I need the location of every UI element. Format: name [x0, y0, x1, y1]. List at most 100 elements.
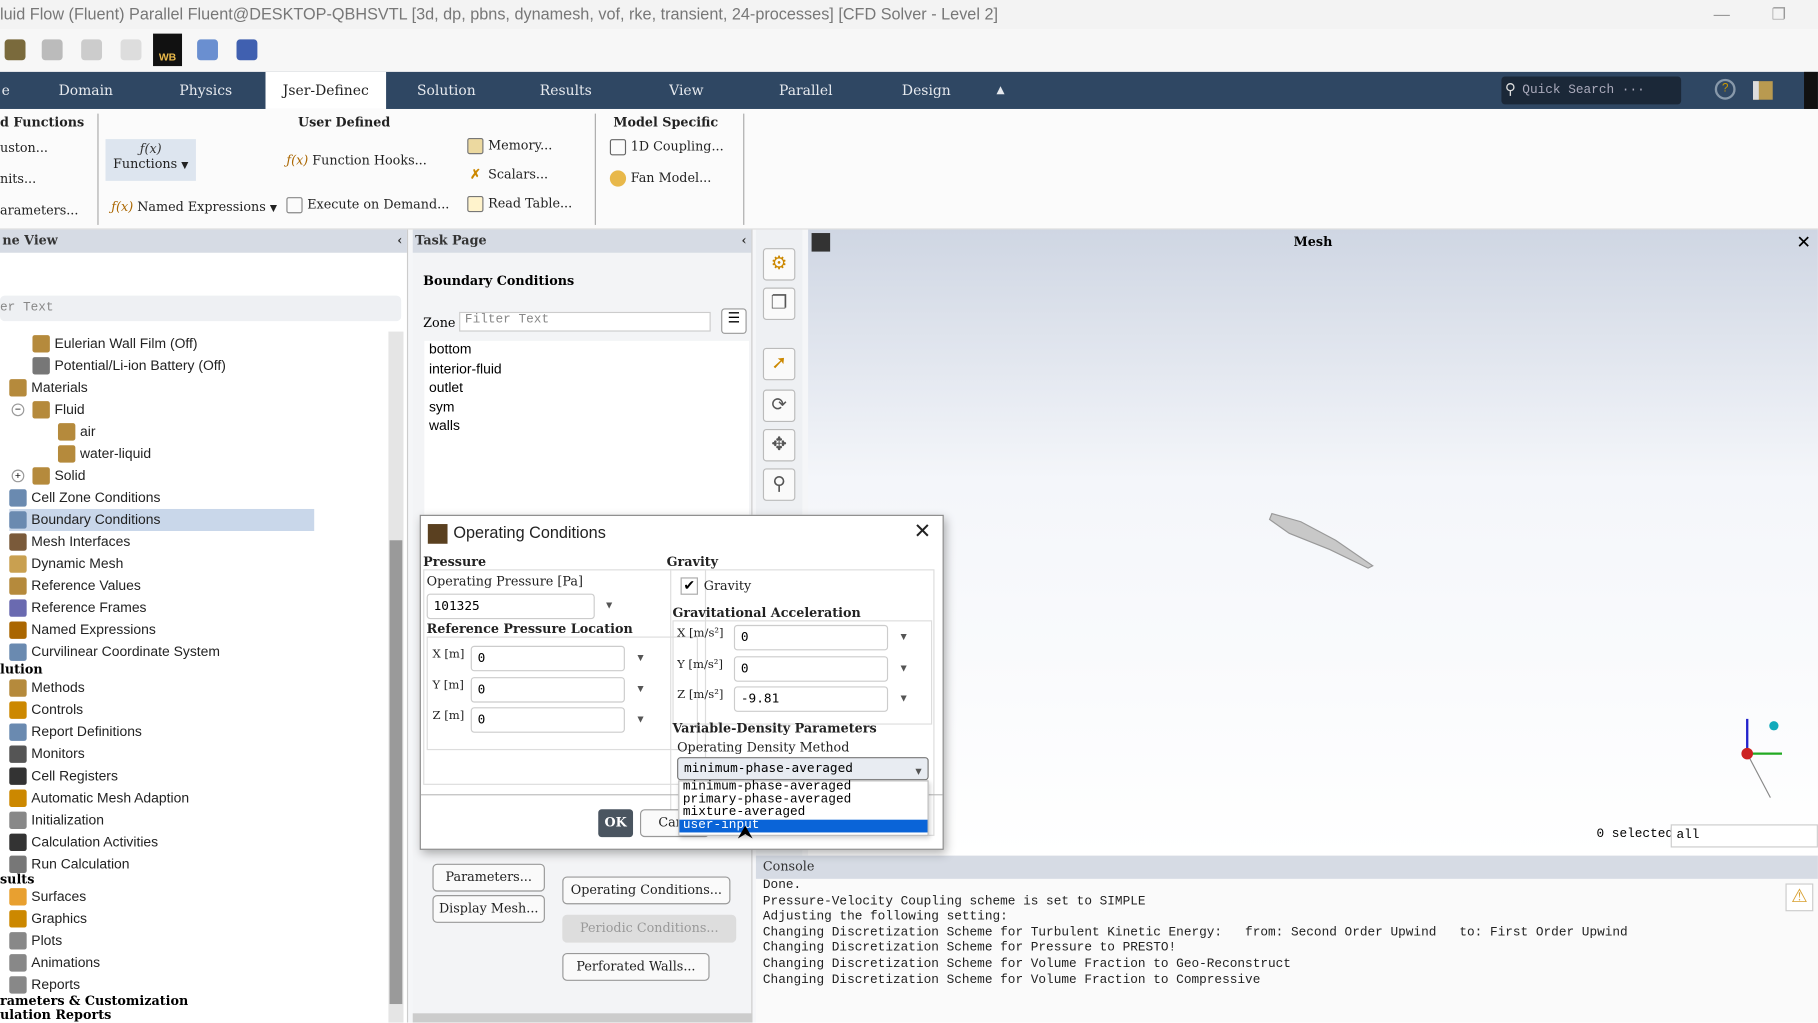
tree-item[interactable]: Monitors [9, 743, 85, 765]
tree-item[interactable]: Initialization [9, 809, 104, 831]
tree-item[interactable]: Plots [9, 930, 62, 952]
workbench-icon[interactable]: WB [153, 33, 183, 67]
collapse-ribbon-icon[interactable]: ▲ [991, 72, 1010, 109]
close-icon[interactable]: ✕ [914, 519, 931, 543]
render-icon[interactable]: ⚙ [762, 248, 796, 281]
zone-list-item[interactable]: sym [429, 398, 455, 414]
gravity-y-input[interactable]: 0 [733, 655, 889, 682]
zone-filter-input[interactable]: Filter Text [459, 311, 711, 332]
functions-button[interactable]: ƒ(x) Functions ▼ [105, 139, 196, 181]
restore-icon[interactable]: ❐ [1772, 0, 1787, 28]
tree-item[interactable]: Fluid [32, 399, 85, 421]
named-expressions-button[interactable]: ƒ(x) Named Expressions ▼ [111, 199, 277, 214]
tree-filter-input[interactable]: er Text [0, 295, 402, 322]
tree-item[interactable]: Controls [9, 699, 83, 721]
collapse-panel-icon[interactable]: ‹ [397, 230, 402, 253]
tree-item[interactable]: Mesh Interfaces [9, 531, 130, 553]
refresh-icon[interactable] [81, 39, 103, 61]
zone-list-item[interactable]: interior-fluid [429, 360, 502, 376]
tree-item[interactable]: Calculation Activities [9, 831, 158, 853]
selection-filter-input[interactable]: all [1670, 824, 1818, 848]
function-hooks-button[interactable]: ƒ(x) Function Hooks... [286, 153, 426, 168]
tree-item[interactable]: Curvilinear Coordinate System [9, 641, 220, 663]
tree-item[interactable]: Surfaces [9, 886, 86, 908]
operating-conditions-button[interactable]: Operating Conditions... [562, 876, 731, 905]
pointer-icon[interactable]: ➚ [762, 347, 796, 381]
results-section-header[interactable]: sults [0, 872, 34, 887]
mesh-icon[interactable] [4, 39, 26, 61]
tab-file[interactable]: e [0, 72, 12, 109]
perforated-walls-button[interactable]: Perforated Walls... [562, 953, 710, 981]
tree-item[interactable]: Solid [32, 465, 85, 487]
copy-icon[interactable]: ❐ [762, 287, 796, 320]
scrollbar-thumb[interactable] [389, 540, 403, 1005]
tab-solution[interactable]: Solution [406, 72, 487, 109]
tab-view[interactable]: View [661, 72, 712, 109]
tree-item[interactable]: Boundary Conditions [9, 508, 315, 532]
fan-model-button[interactable]: Fan Model... [609, 170, 711, 187]
warning-icon[interactable]: ⚠ [1785, 883, 1814, 912]
tree-item[interactable]: Reference Values [9, 575, 141, 597]
read-table-button[interactable]: Read Table... [467, 195, 572, 213]
operating-pressure-input[interactable]: 101325 [426, 593, 595, 620]
tab-physics[interactable]: Physics [162, 72, 249, 109]
minimize-icon[interactable]: — [1714, 0, 1730, 28]
tree-item[interactable]: Eulerian Wall Film (Off) [32, 333, 198, 355]
tree-item[interactable]: Automatic Mesh Adaption [9, 787, 189, 809]
filter-options-icon[interactable]: ☰ [721, 308, 747, 334]
partition-icon[interactable] [197, 39, 218, 61]
chevron-down-icon[interactable]: ▼ [635, 713, 645, 725]
density-method-select[interactable]: minimum-phase-averaged ▼ [677, 757, 929, 781]
chevron-down-icon[interactable]: ▼ [635, 652, 645, 664]
tree-item[interactable]: Cell Zone Conditions [9, 487, 160, 509]
display-mesh-button[interactable]: Display Mesh... [432, 895, 545, 923]
ref-x-input[interactable]: 0 [470, 645, 625, 672]
tree-scrollbar[interactable] [388, 331, 404, 1023]
tree-item[interactable]: Named Expressions [9, 619, 156, 641]
gravity-checkbox[interactable]: ✔ [680, 577, 698, 595]
tree-item[interactable]: Cell Registers [9, 765, 118, 787]
case-icon[interactable] [41, 39, 63, 61]
help-icon[interactable]: ? [1714, 78, 1736, 100]
ref-z-input[interactable]: 0 [470, 707, 625, 733]
tree-item[interactable]: Methods [9, 677, 85, 699]
tab-results[interactable]: Results [524, 72, 607, 109]
parameters-button[interactable]: arameters... [0, 203, 78, 218]
tab-domain[interactable]: Domain [46, 72, 125, 109]
tree-item[interactable]: Dynamic Mesh [9, 553, 123, 575]
tree-item[interactable]: Potential/Li-ion Battery (Off) [32, 355, 226, 377]
tree-item[interactable]: Graphics [9, 908, 87, 930]
solution-section-header[interactable]: lution [0, 662, 43, 677]
zone-list-item[interactable]: bottom [429, 341, 472, 357]
run-icon[interactable] [120, 39, 142, 61]
tree-item[interactable]: Report Definitions [9, 721, 142, 743]
graphics-window[interactable]: Mesh ✕ 0 selected all [808, 229, 1818, 856]
tree-item[interactable]: Materials [9, 377, 88, 399]
tree-item[interactable]: water-liquid [57, 443, 151, 465]
tab-design[interactable]: Design [893, 72, 960, 109]
zone-list-item[interactable]: outlet [429, 379, 463, 395]
rotate-icon[interactable]: ⟳ [762, 389, 796, 423]
custom-button[interactable]: uston... [0, 140, 48, 155]
gravity-x-input[interactable]: 0 [733, 624, 889, 651]
dropdown-option[interactable]: user-input [679, 819, 928, 833]
tree-item[interactable]: air [57, 421, 95, 443]
simulation-reports-section-header[interactable]: ulation Reports [0, 1008, 111, 1023]
tree-item[interactable]: Reference Frames [9, 597, 147, 619]
execute-on-demand-button[interactable]: Execute on Demand... [286, 197, 449, 214]
quick-search-input[interactable]: ⚲ Quick Search ··· [1501, 76, 1682, 105]
memory-button[interactable]: Memory... [467, 137, 552, 155]
collapse-panel-icon[interactable]: ‹ [742, 230, 747, 253]
layout-icon[interactable] [1753, 81, 1773, 100]
chevron-down-icon[interactable]: ▼ [899, 631, 909, 643]
model-icon[interactable] [236, 39, 258, 61]
parameters-section-header[interactable]: rameters & Customization [0, 994, 188, 1009]
ok-button[interactable]: OK [598, 809, 634, 838]
tab-user-defined[interactable]: Jser-Definec [265, 71, 387, 109]
close-icon[interactable]: ✕ [1796, 232, 1811, 253]
zone-list-item[interactable]: walls [429, 417, 460, 433]
gravity-z-input[interactable]: -9.81 [733, 686, 889, 712]
chevron-down-icon[interactable]: ▼ [604, 599, 614, 611]
chevron-down-icon[interactable]: ▼ [899, 692, 909, 704]
1d-coupling-button[interactable]: 1D Coupling... [609, 139, 724, 156]
